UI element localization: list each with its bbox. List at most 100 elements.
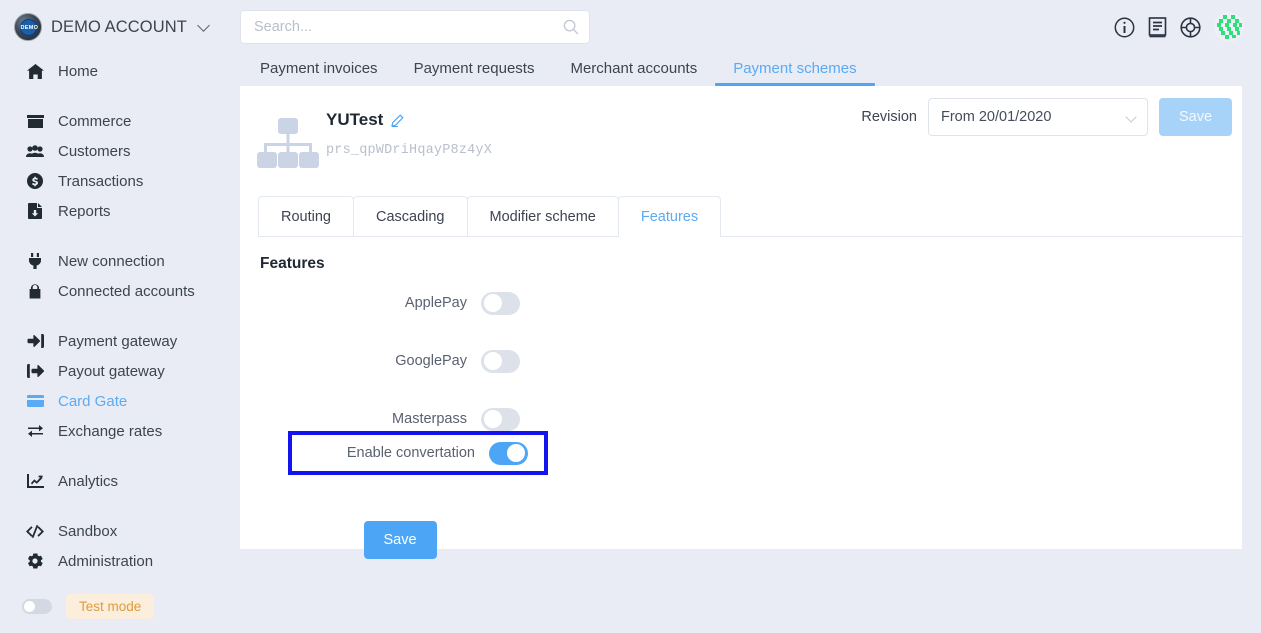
sidebar-item-customers[interactable]: Customers	[0, 136, 240, 166]
chart-line-icon	[26, 474, 44, 488]
main-tabs: Payment invoices Payment requests Mercha…	[240, 54, 1261, 86]
scheme-id: prs_qpWDriHqayP8z4yX	[326, 143, 493, 158]
sidebar-item-payment-gateway[interactable]: Payment gateway	[0, 326, 240, 356]
edit-pencil-icon[interactable]	[391, 113, 404, 127]
account-logo-text: DEMO	[19, 18, 38, 36]
masterpass-toggle[interactable]	[481, 407, 520, 431]
nav-divider	[0, 86, 240, 106]
sidebar-item-reports[interactable]: Reports	[0, 196, 240, 226]
tab-merchant-accounts[interactable]: Merchant accounts	[552, 60, 715, 86]
lifebuoy-icon[interactable]	[1180, 16, 1201, 38]
features-save-row: Save	[260, 521, 540, 559]
revision-select[interactable]: From 20/01/2020	[928, 98, 1148, 136]
scheme-meta: YUTest prs_qpWDriHqayP8z4yX	[326, 102, 492, 158]
googlepay-toggle[interactable]	[481, 349, 520, 373]
tab-payment-requests[interactable]: Payment requests	[396, 60, 553, 86]
sidebar-item-label: Home	[58, 62, 99, 80]
sidebar-item-label: Transactions	[58, 172, 144, 190]
test-mode-badge: Test mode	[66, 594, 155, 619]
sidebar-item-card-gate[interactable]: Card Gate	[0, 386, 240, 416]
sidebar-item-transactions[interactable]: Transactions	[0, 166, 240, 196]
account-switcher[interactable]: DEMO DEMO ACCOUNT	[0, 0, 240, 42]
book-icon[interactable]	[1148, 16, 1167, 38]
credit-card-icon	[26, 395, 44, 407]
tab-routing[interactable]: Routing	[258, 196, 354, 236]
account-logo-icon: DEMO	[14, 13, 42, 41]
nav-divider	[0, 226, 240, 246]
sidebar-item-label: Customers	[58, 142, 131, 160]
home-icon	[26, 63, 44, 79]
feature-row-enable-convertation: Enable convertation	[288, 431, 548, 475]
save-features-button[interactable]: Save	[363, 521, 437, 559]
tab-payment-invoices[interactable]: Payment invoices	[242, 60, 396, 86]
tab-modifier-scheme[interactable]: Modifier scheme	[466, 196, 619, 236]
exchange-icon	[26, 424, 44, 438]
sidebar-item-commerce[interactable]: Commerce	[0, 106, 240, 136]
account-name: DEMO ACCOUNT	[51, 17, 187, 36]
sidebar-item-label: Card Gate	[58, 392, 128, 410]
revision-label: Revision	[861, 109, 917, 125]
report-file-icon	[26, 203, 44, 219]
info-circle-icon[interactable]	[1114, 17, 1135, 38]
save-revision-button[interactable]: Save	[1159, 98, 1232, 136]
main-area: Payment invoices Payment requests Mercha…	[240, 0, 1261, 633]
nav-divider	[0, 306, 240, 326]
features-panel: Features ApplePay GooglePay Masterpass E…	[240, 237, 1242, 559]
app-root: DEMO DEMO ACCOUNT Home Commerce Customer…	[0, 0, 1261, 633]
sidebar-item-label: Reports	[58, 202, 111, 220]
sidebar-item-new-connection[interactable]: New connection	[0, 246, 240, 276]
search-icon[interactable]	[563, 19, 579, 35]
search-box[interactable]	[240, 10, 590, 44]
applepay-toggle[interactable]	[481, 291, 520, 315]
plug-icon	[26, 253, 44, 269]
scheme-header: YUTest prs_qpWDriHqayP8z4yX Revision Fro…	[240, 86, 1242, 183]
chevron-down-icon	[1125, 111, 1137, 123]
sidebar-item-label: Exchange rates	[58, 422, 163, 440]
sidebar-item-connected-accounts[interactable]: Connected accounts	[0, 276, 240, 306]
sidebar-item-label: Sandbox	[58, 522, 118, 540]
feature-label: Masterpass	[392, 411, 467, 427]
sidebar-item-home[interactable]: Home	[0, 56, 240, 86]
search-input[interactable]	[254, 19, 563, 35]
sidebar-nav: Home Commerce Customers Transactions Rep…	[0, 56, 240, 576]
scheme-inner-tabs: Routing Cascading Modifier scheme Featur…	[258, 196, 1242, 237]
tab-payment-schemes[interactable]: Payment schemes	[715, 60, 875, 86]
coin-icon	[26, 173, 44, 189]
tab-cascading[interactable]: Cascading	[352, 196, 468, 236]
feature-label: Enable convertation	[346, 445, 475, 461]
topbar	[240, 0, 1261, 54]
sidebar-item-label: Payment gateway	[58, 332, 178, 350]
sidebar: DEMO DEMO ACCOUNT Home Commerce Customer…	[0, 0, 240, 633]
scheme-title-row: YUTest	[326, 110, 492, 130]
sidebar-item-label: Analytics	[58, 472, 119, 490]
nav-divider	[0, 446, 240, 466]
code-icon	[26, 524, 44, 538]
sidebar-item-sandbox[interactable]: Sandbox	[0, 516, 240, 546]
nav-divider	[0, 496, 240, 516]
sidebar-item-administration[interactable]: Administration	[0, 546, 240, 576]
sidebar-item-label: Payout gateway	[58, 362, 165, 380]
feature-row-masterpass: Masterpass	[260, 406, 520, 432]
tab-features[interactable]: Features	[617, 196, 722, 237]
enable-convertation-toggle[interactable]	[489, 441, 528, 465]
store-icon	[26, 114, 44, 129]
feature-label: ApplePay	[404, 295, 467, 311]
scheme-tree-icon	[252, 102, 326, 183]
scheme-name: YUTest	[326, 110, 384, 129]
users-icon	[26, 144, 44, 158]
lock-icon	[26, 283, 44, 299]
revision-value: From 20/01/2020	[941, 109, 1052, 125]
test-mode-toggle[interactable]	[22, 599, 52, 614]
topbar-icons	[1114, 12, 1244, 42]
sign-in-icon	[26, 334, 44, 348]
avatar[interactable]	[1214, 12, 1244, 42]
feature-row-googlepay: GooglePay	[260, 348, 520, 374]
sidebar-item-analytics[interactable]: Analytics	[0, 466, 240, 496]
sidebar-item-label: Administration	[58, 552, 154, 570]
sidebar-item-exchange-rates[interactable]: Exchange rates	[0, 416, 240, 446]
feature-row-applepay: ApplePay	[260, 290, 520, 316]
payment-scheme-card: YUTest prs_qpWDriHqayP8z4yX Revision Fro…	[240, 86, 1242, 559]
sidebar-item-label: Connected accounts	[58, 282, 195, 300]
chevron-down-icon	[197, 19, 210, 32]
sidebar-item-payout-gateway[interactable]: Payout gateway	[0, 356, 240, 386]
